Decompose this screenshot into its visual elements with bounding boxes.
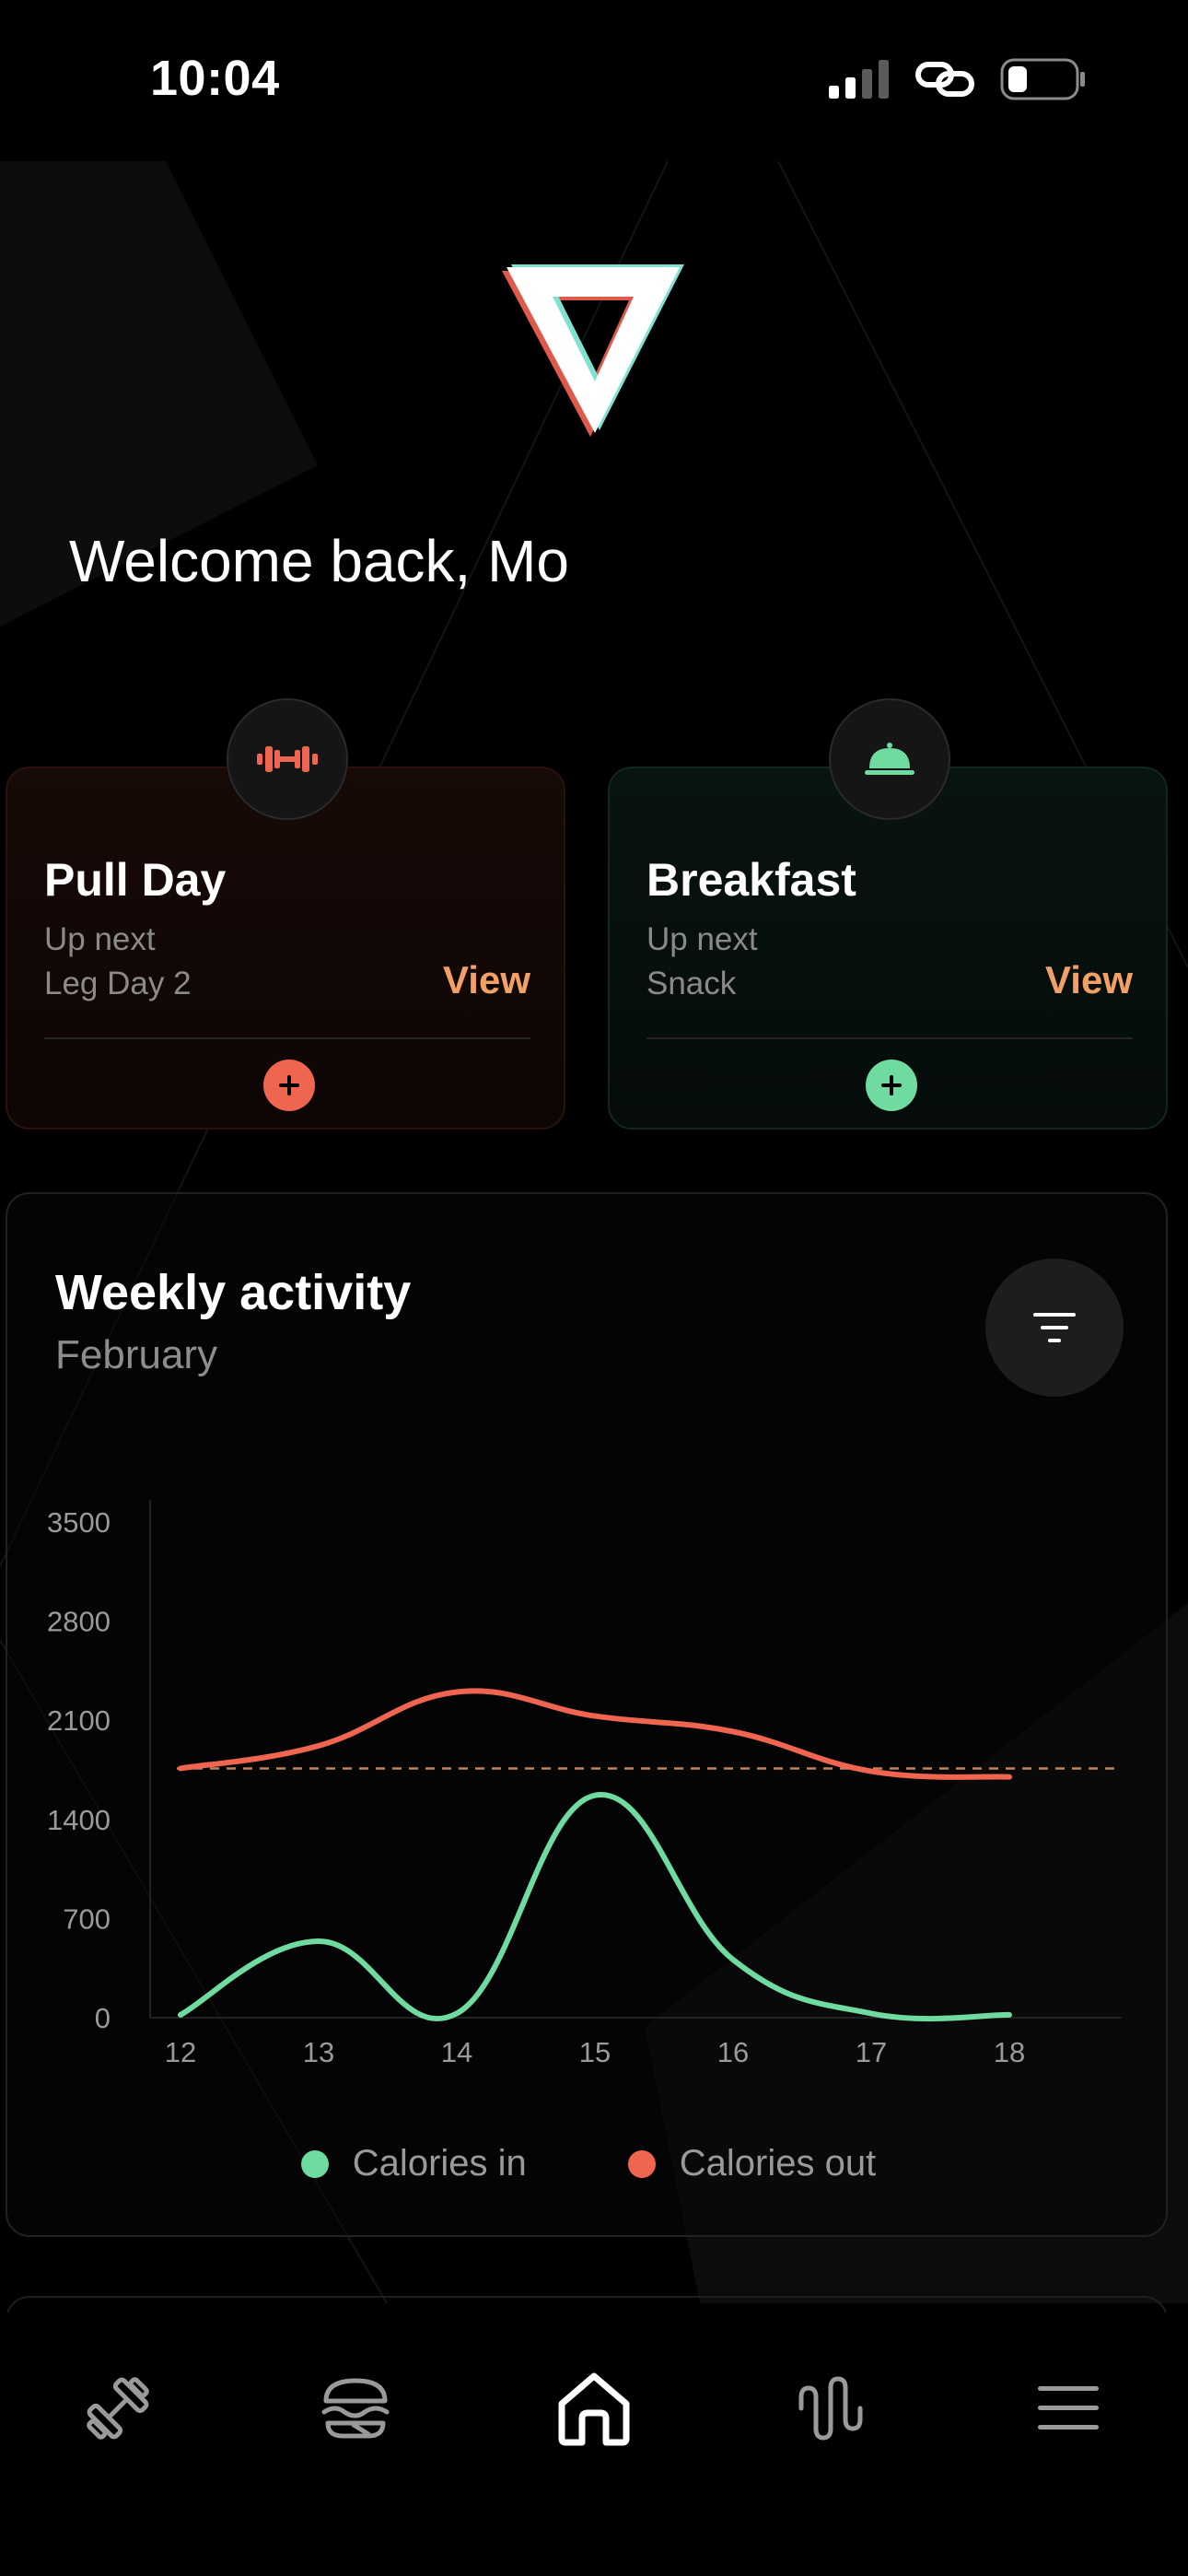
food-cloche-icon (865, 743, 914, 775)
status-time: 10:04 (150, 51, 280, 106)
x-tick-label: 15 (579, 2036, 611, 2068)
y-tick-label: 2800 (47, 1606, 111, 1638)
add-workout-button[interactable] (263, 1060, 315, 1111)
menu-icon (1038, 2386, 1099, 2430)
legend-item-calories-in: Calories in (300, 2143, 527, 2184)
legend-label: Calories in (352, 2143, 527, 2184)
filter-icon (1033, 1313, 1076, 1342)
weekly-activity-panel: 0 700 1400 2100 2800 3500 12 13 14 15 16 17 18 Weekl… (6, 1192, 1168, 2237)
dumbbell-icon (87, 2377, 149, 2440)
workout-card[interactable]: Pull Day Up next Leg Day 2 View (6, 698, 565, 1130)
chart-legend: Calories in Calories out (7, 2143, 1166, 2184)
workout-title: Pull Day (44, 854, 227, 906)
series-line-calories-in (178, 1792, 1012, 2022)
x-tick-label: 18 (994, 2036, 1025, 2068)
workout-up-next-label: Up next (44, 921, 156, 957)
waveform-icon (798, 2376, 863, 2441)
plus-icon (279, 1075, 299, 1095)
legend-dot (627, 2149, 656, 2178)
y-tick-label: 0 (95, 2002, 111, 2034)
welcome-heading: Welcome back, Mo (69, 528, 569, 594)
x-tick-label: 13 (303, 2036, 334, 2068)
activity-month: February (55, 1332, 218, 1377)
legend-label: Calories out (679, 2143, 877, 2184)
nav-home[interactable] (543, 2362, 645, 2454)
legend-item-calories-out: Calories out (627, 2143, 877, 2184)
activity-title: Weekly activity (55, 1265, 412, 1320)
plus-icon (881, 1075, 902, 1095)
cellular-signal-icon (829, 60, 889, 99)
meal-card[interactable]: Breakfast Up next Snack View (608, 698, 1168, 1130)
x-tick-label: 14 (441, 2036, 472, 2068)
burger-icon (321, 2378, 390, 2439)
y-tick-label: 1400 (47, 1804, 111, 1836)
x-tick-label: 16 (717, 2036, 749, 2068)
status-icons (829, 57, 1087, 101)
battery-icon (1000, 58, 1085, 100)
link-icon (915, 62, 974, 97)
triangle-logo (502, 264, 684, 437)
x-tick-label: 12 (165, 2036, 196, 2068)
home-icon (558, 2372, 630, 2446)
nav-activity[interactable] (780, 2362, 881, 2454)
divider (646, 1037, 1133, 1039)
y-tick-label: 2100 (47, 1704, 111, 1737)
meal-title: Breakfast (646, 854, 856, 906)
dumbbell-icon (257, 746, 318, 772)
divider (44, 1037, 530, 1039)
meal-up-next-label: Up next (646, 921, 758, 957)
workout-view-link[interactable]: View (443, 958, 530, 1002)
nav-workouts[interactable] (67, 2362, 169, 2454)
legend-dot (300, 2149, 329, 2178)
series-line-calories-out (178, 1688, 1012, 1780)
nav-menu[interactable] (1018, 2362, 1119, 2454)
y-tick-label: 3500 (47, 1506, 111, 1539)
workout-next-name: Leg Day 2 (44, 966, 192, 1001)
add-meal-button[interactable] (866, 1060, 917, 1111)
nav-nutrition[interactable] (305, 2362, 406, 2454)
meal-badge (829, 698, 950, 820)
filter-button[interactable] (985, 1259, 1124, 1397)
status-bar: 10:04 (0, 0, 1188, 161)
x-tick-label: 17 (856, 2036, 887, 2068)
meal-view-link[interactable]: View (1045, 958, 1133, 1002)
workout-badge (227, 698, 348, 820)
bottom-nav (0, 2313, 1188, 2576)
meal-next-name: Snack (646, 966, 737, 1001)
y-tick-label: 700 (63, 1903, 111, 1935)
